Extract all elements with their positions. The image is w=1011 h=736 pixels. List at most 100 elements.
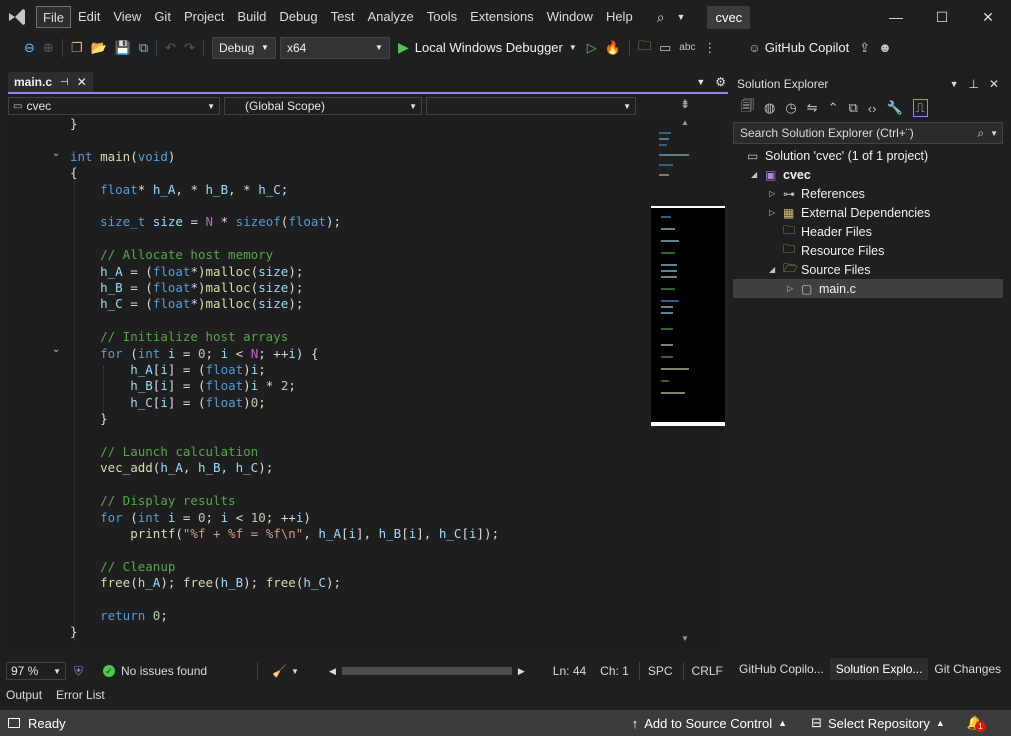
tree-item[interactable]: 🗀 Resource Files — [733, 241, 1003, 260]
feedback-icon[interactable]: ☻ — [874, 40, 896, 55]
code-line[interactable]: } — [70, 624, 78, 640]
configuration-select[interactable]: Debug ▼ — [211, 36, 276, 59]
code-line[interactable]: // Display results — [70, 493, 235, 509]
line-ending-mode[interactable]: CRLF — [692, 664, 723, 678]
horizontal-scrollbar[interactable] — [341, 667, 512, 675]
tree-item[interactable]: ◢ ▣ cvec — [733, 165, 1003, 184]
project-select[interactable]: ▭ cvec ▼ — [8, 97, 220, 115]
show-all-files-icon[interactable]: ⧉ — [849, 100, 858, 116]
expander-icon[interactable]: ◢ — [769, 265, 783, 274]
github-copilot-button[interactable]: ☺ GitHub Copilot — [748, 40, 849, 55]
member-select[interactable]: ▼ — [426, 97, 636, 115]
close-tab-icon[interactable]: ✕ — [77, 75, 87, 89]
code-line[interactable]: // Launch calculation — [70, 444, 258, 460]
folder-icon[interactable]: 🗀 — [634, 37, 655, 59]
pin-icon[interactable]: ⊣ — [60, 77, 69, 88]
code-editor[interactable]: ⌄ ⌄ } int main(void){ float* h_A, * h_B, … — [8, 116, 651, 646]
tab-solution-explorer[interactable]: Solution Explo... — [829, 658, 929, 680]
column-number[interactable]: Ch: 1 — [600, 664, 629, 678]
search-icon[interactable]: ⌕ — [657, 9, 665, 26]
hot-reload-icon[interactable]: 🔥 — [601, 40, 625, 56]
globe-icon[interactable]: ◍ — [764, 100, 775, 116]
zoom-select[interactable]: 97 % ▼ — [6, 662, 66, 680]
tree-item[interactable]: ◢ 🗁 Source Files — [733, 260, 1003, 279]
code-line[interactable]: float* h_A, * h_B, * h_C; — [70, 182, 288, 198]
tree-item[interactable]: ▷ ▦ External Dependencies — [733, 203, 1003, 222]
add-source-control-button[interactable]: ↑ Add to Source Control ▲ — [632, 716, 787, 731]
tree-item[interactable]: ▭ Solution 'cvec' (1 of 1 project) — [733, 146, 1003, 165]
code-line[interactable]: // Cleanup — [70, 559, 175, 575]
run-debugger-button[interactable]: ▶ Local Windows Debugger ▼ — [398, 39, 577, 56]
expander-icon[interactable]: ▷ — [769, 189, 783, 198]
preview-icon[interactable]: ⎍ — [912, 99, 928, 117]
tab-github-copilot[interactable]: GitHub Copilo... — [733, 658, 830, 680]
platform-select[interactable]: x64 ▼ — [279, 36, 390, 59]
fold-icon[interactable]: ⌄ — [52, 344, 60, 355]
cleanup-brush-icon[interactable]: 🧹 — [272, 664, 287, 678]
code-line[interactable]: for (int i = 0; i < N; ++i) { — [70, 346, 318, 362]
issues-status[interactable]: No issues found — [121, 664, 207, 678]
menu-analyze[interactable]: Analyze — [361, 6, 419, 28]
pin-icon[interactable]: ⊥ — [968, 77, 978, 91]
code-line[interactable]: h_A[i] = (float)i; — [70, 362, 266, 378]
code-line[interactable]: h_B[i] = (float)i * 2; — [70, 378, 296, 394]
toolbar-overflow-icon[interactable]: ⋮ — [699, 40, 720, 56]
collapse-all-icon[interactable]: ⌃ — [828, 100, 839, 116]
tree-item[interactable]: 🗀 Header Files — [733, 222, 1003, 241]
minimize-button[interactable]: — — [873, 0, 919, 34]
code-line[interactable]: for (int i = 0; i < 10; ++i) — [70, 510, 311, 526]
code-line[interactable]: int main(void) — [70, 149, 175, 165]
select-repository-button[interactable]: ⊟ Select Repository ▲ — [811, 715, 945, 731]
fold-icon[interactable]: ⌄ — [52, 148, 60, 159]
tab-main-c[interactable]: main.c ⊣ ✕ — [8, 72, 93, 92]
code-line[interactable]: { — [70, 165, 78, 181]
code-line[interactable]: vec_add(h_A, h_B, h_C); — [70, 460, 273, 476]
code-line[interactable]: h_C = (float*)malloc(size); — [70, 296, 303, 312]
settings-gear-icon[interactable]: ⚙ — [715, 75, 726, 89]
whitespace-mode[interactable]: SPC — [648, 664, 673, 678]
menu-edit[interactable]: Edit — [72, 6, 106, 28]
back-icon[interactable]: ⊖ — [20, 40, 39, 56]
open-folder-icon[interactable]: 📂 — [86, 40, 110, 56]
scroll-right-icon[interactable]: ▶ — [518, 666, 525, 677]
code-line[interactable]: h_A = (float*)malloc(size); — [70, 264, 303, 280]
forward-icon[interactable]: ⊕ — [39, 40, 58, 56]
solution-explorer-search[interactable]: Search Solution Explorer (Ctrl+¨) ⌕ ▼ — [733, 122, 1003, 144]
copilot-status-icon[interactable]: ⛨ — [74, 664, 83, 679]
code-line[interactable]: } — [70, 411, 108, 427]
notifications-icon[interactable]: 🔔 1 — [967, 715, 986, 732]
scroll-down-icon[interactable]: ▼ — [681, 634, 689, 643]
menu-project[interactable]: Project — [178, 6, 230, 28]
menu-test[interactable]: Test — [325, 6, 361, 28]
tab-git-changes[interactable]: Git Changes — [928, 658, 1007, 680]
share-icon[interactable]: ⇪ — [855, 40, 874, 56]
tree-item[interactable]: ▷ ⊶ References — [733, 184, 1003, 203]
start-without-debugging-icon[interactable]: ▷ — [583, 40, 601, 56]
tab-output[interactable]: Output — [6, 688, 42, 702]
redo-icon[interactable]: ↷ — [180, 40, 199, 56]
switch-views-icon[interactable]: 🗐 — [741, 97, 754, 119]
code-line[interactable]: // Initialize host arrays — [70, 329, 288, 345]
menu-debug[interactable]: Debug — [273, 6, 323, 28]
undo-icon[interactable]: ↶ — [161, 40, 180, 56]
close-panel-icon[interactable]: ✕ — [989, 77, 999, 91]
code-view-icon[interactable]: ‹› — [868, 101, 877, 116]
expander-icon[interactable]: ▷ — [787, 284, 801, 293]
tree-item[interactable]: ▷ ▢ main.c — [733, 279, 1003, 298]
menu-tools[interactable]: Tools — [421, 6, 463, 28]
chevron-down-icon[interactable]: ▼ — [677, 12, 686, 22]
split-editor-icon[interactable]: ⇟ — [680, 97, 690, 111]
code-line[interactable]: h_C[i] = (float)0; — [70, 395, 266, 411]
minimap-viewport[interactable] — [651, 206, 725, 426]
expander-icon[interactable]: ▷ — [769, 208, 783, 217]
menu-file[interactable]: File — [36, 6, 71, 28]
scroll-left-icon[interactable]: ◀ — [329, 666, 336, 677]
code-line[interactable]: // Allocate host memory — [70, 247, 273, 263]
menu-window[interactable]: Window — [541, 6, 599, 28]
expander-icon[interactable]: ◢ — [751, 170, 765, 179]
tab-error-list[interactable]: Error List — [56, 688, 105, 702]
history-icon[interactable]: ◷ — [785, 100, 796, 116]
maximize-button[interactable]: ☐ — [919, 0, 965, 34]
close-button[interactable]: ✕ — [965, 0, 1011, 34]
scope-select[interactable]: (Global Scope) ▼ — [224, 97, 422, 115]
